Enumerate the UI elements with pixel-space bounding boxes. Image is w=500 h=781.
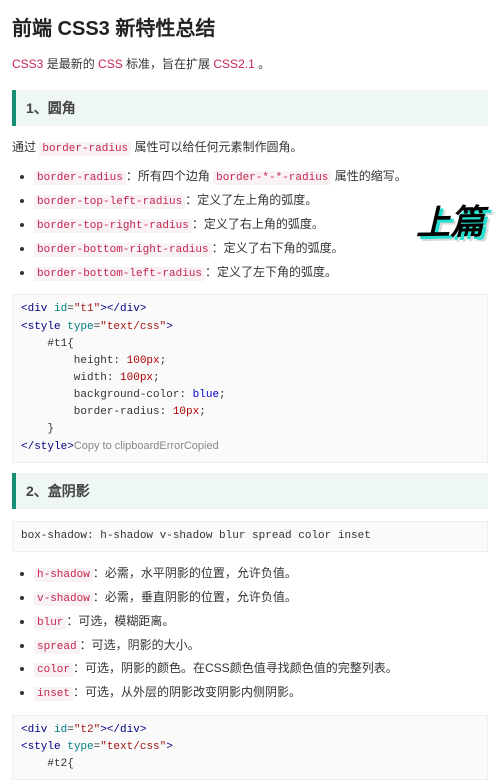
section-1-codeblock: <div id="t1"></div> <style type="text/cs…: [12, 294, 488, 462]
code-inline: h-shadow: [34, 568, 93, 582]
list-item: spread：可选，阴影的大小。: [34, 634, 488, 658]
code-inline: inset: [34, 687, 73, 701]
section-2-list: h-shadow：必需，水平阴影的位置，允许负值。 v-shadow：必需，垂直…: [12, 562, 488, 705]
list-item: border-bottom-right-radius：定义了右下角的弧度。: [34, 237, 488, 261]
list-item: border-top-left-radius：定义了左上角的弧度。: [34, 189, 488, 213]
code-inline: border-top-left-radius: [34, 195, 185, 209]
code-inline: border-radius: [34, 171, 126, 185]
list-item: inset：可选，从外层的阴影改变阴影内侧阴影。: [34, 681, 488, 705]
clipboard-status: Copy to clipboardErrorCopied: [74, 440, 219, 452]
section-1-header: 1、圆角: [12, 90, 488, 126]
list-item: border-bottom-left-radius：定义了左下角的弧度。: [34, 261, 488, 285]
code-inline: blur: [34, 616, 66, 630]
section-2-codeblock: <div id="t2"></div> <style type="text/cs…: [12, 715, 488, 780]
intro-css3: CSS3: [12, 57, 43, 71]
page-title: 前端 CSS3 新特性总结: [12, 12, 488, 41]
section-2-header: 2、盒阴影: [12, 473, 488, 509]
list-item: blur：可选，模糊距离。: [34, 610, 488, 634]
code-inline: spread: [34, 640, 80, 654]
code-inline: border-bottom-right-radius: [34, 243, 212, 257]
code-inline: color: [34, 663, 73, 677]
code-inline: border-top-right-radius: [34, 219, 192, 233]
intro-css: CSS: [98, 57, 123, 71]
intro-css21: CSS2.1: [213, 57, 254, 71]
intro-paragraph: CSS3 是最新的 CSS 标准，旨在扩展 CSS2.1 。: [12, 55, 488, 72]
section-1-list: border-radius：所有四个边角 border-*-*-radius 属…: [12, 165, 488, 284]
section-1-desc: 通过 border-radius 属性可以给任何元素制作圆角。: [12, 138, 488, 155]
code-inline: border-radius: [39, 142, 131, 156]
section-2-syntax: box-shadow: h-shadow v-shadow blur sprea…: [12, 521, 488, 552]
code-inline: border-*-*-radius: [213, 171, 331, 185]
list-item: color：可选，阴影的颜色。在CSS颜色值寻找颜色值的完整列表。: [34, 657, 488, 681]
list-item: border-radius：所有四个边角 border-*-*-radius 属…: [34, 165, 488, 189]
list-item: h-shadow：必需，水平阴影的位置，允许负值。: [34, 562, 488, 586]
code-inline: border-bottom-left-radius: [34, 267, 205, 281]
list-item: border-top-right-radius：定义了右上角的弧度。: [34, 213, 488, 237]
list-item: v-shadow：必需，垂直阴影的位置，允许负值。: [34, 586, 488, 610]
code-inline: v-shadow: [34, 592, 93, 606]
